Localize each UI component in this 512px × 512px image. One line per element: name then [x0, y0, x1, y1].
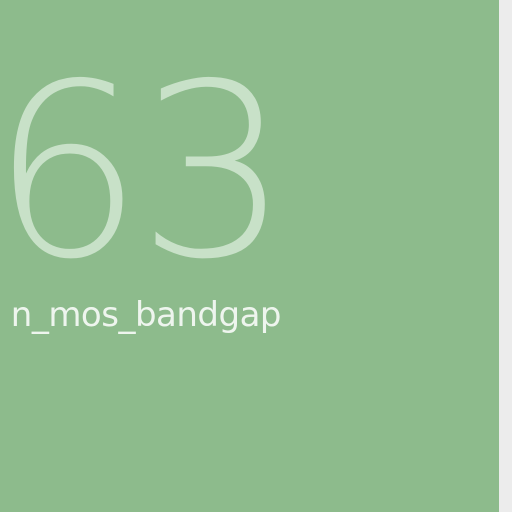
stat-value: 263	[0, 32, 290, 312]
page-background-strip	[499, 0, 512, 512]
stat-label: n_mos_bandgap	[10, 295, 282, 335]
stat-tile[interactable]: 263 n_mos_bandgap	[0, 0, 499, 512]
